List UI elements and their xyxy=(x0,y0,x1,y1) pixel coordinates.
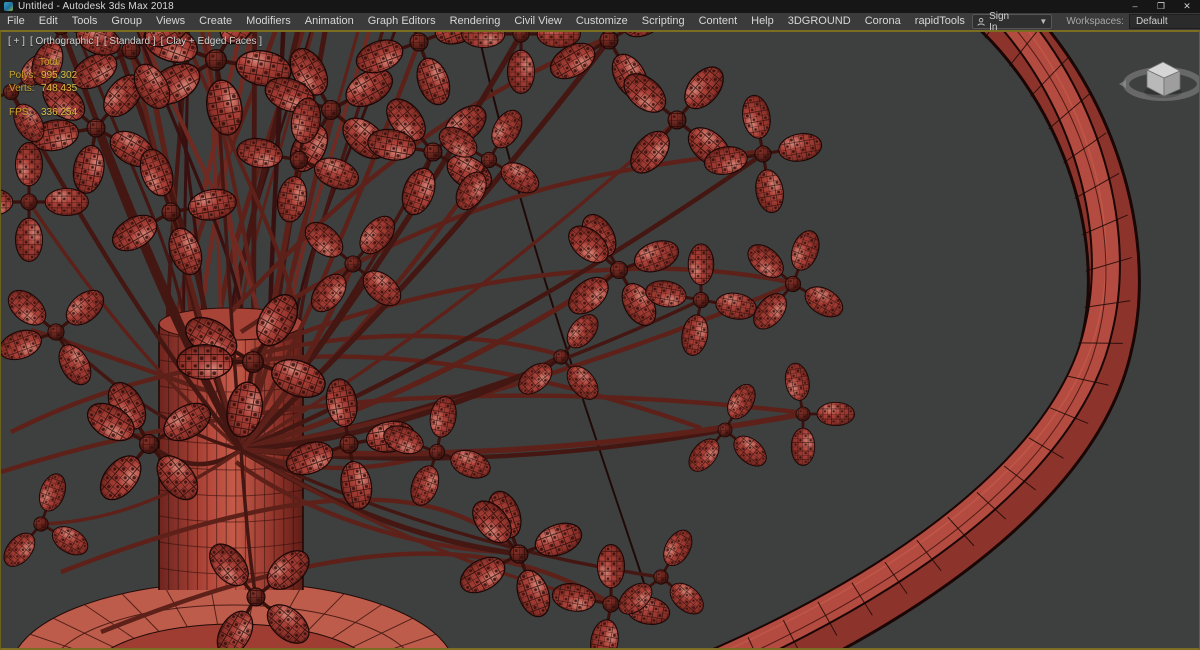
menu-bar-right: Sign In ▼ Workspaces: Default ▼ xyxy=(971,11,1200,33)
title-bar: Untitled - Autodesk 3ds Max 2018 – ❐ ✕ xyxy=(0,0,1200,13)
window-title: Untitled - Autodesk 3ds Max 2018 xyxy=(18,1,174,12)
workspace-value: Default xyxy=(1135,16,1168,27)
scene-3d-render[interactable] xyxy=(1,32,1199,648)
menu-item-content[interactable]: Content xyxy=(692,13,745,30)
berry-cluster xyxy=(747,230,844,330)
sign-in-caret-icon: ▼ xyxy=(1039,17,1048,26)
close-button[interactable]: ✕ xyxy=(1174,0,1200,13)
menu-item-modifiers[interactable]: Modifiers xyxy=(239,13,298,30)
menu-item-file[interactable]: File xyxy=(0,13,32,30)
maximize-button[interactable]: ❐ xyxy=(1148,0,1174,13)
menu-item-create[interactable]: Create xyxy=(192,13,239,30)
app-icon xyxy=(4,2,13,11)
menu-item-help[interactable]: Help xyxy=(744,13,781,30)
menu-item-rapidtools[interactable]: rapidTools xyxy=(908,13,972,30)
viewport-menu-plus[interactable]: [ + ] xyxy=(8,36,25,47)
menu-bar: File Edit Tools Group Views Create Modifiers An… xyxy=(0,11,1200,33)
viewport[interactable]: [ + ] [ Orthographic ] [ Standard ] [ Clay … xyxy=(0,30,1200,650)
viewport-label: [ + ] [ Orthographic ] [ Standard ] [ Clay … xyxy=(8,36,262,47)
minimize-button[interactable]: – xyxy=(1122,0,1148,13)
menu-item-customize[interactable]: Customize xyxy=(569,13,635,30)
berry-cluster xyxy=(703,94,823,214)
menu-item-scripting[interactable]: Scripting xyxy=(635,13,692,30)
viewport-shading-label[interactable]: [ Clay + Edged Faces ] xyxy=(161,36,262,47)
stats-fps-label: FPS: xyxy=(9,107,32,118)
stats-fps-row: FPS: 336.254 xyxy=(9,106,77,119)
menu-item-corona[interactable]: Corona xyxy=(858,13,908,30)
stats-row: Verts: 748,435 xyxy=(9,83,78,94)
stats-fps-value: 336.254 xyxy=(41,107,78,118)
menu-item-animation[interactable]: Animation xyxy=(298,13,361,30)
viewport-statistics: Total Polys: 995,302 Verts: 748,435 FPS: 33… xyxy=(9,56,77,119)
menu-item-3dground[interactable]: 3DGROUND xyxy=(781,13,858,30)
viewport-pov-label[interactable]: [ Orthographic ] xyxy=(30,36,99,47)
menu-item-graph-editors[interactable]: Graph Editors xyxy=(361,13,443,30)
menu-item-civil-view[interactable]: Civil View xyxy=(507,13,568,30)
sign-in-button[interactable]: Sign In ▼ xyxy=(971,11,1053,33)
workspace-dropdown[interactable]: Default xyxy=(1128,14,1200,29)
menu-item-tools[interactable]: Tools xyxy=(65,13,105,30)
menu-item-views[interactable]: Views xyxy=(149,13,192,30)
menu-item-edit[interactable]: Edit xyxy=(32,13,65,30)
stats-rows: Polys: 995,302 Verts: 748,435 xyxy=(9,69,77,95)
menu-item-rendering[interactable]: Rendering xyxy=(443,13,508,30)
stats-row: Polys: 995,302 xyxy=(9,70,78,81)
window-controls: – ❐ ✕ xyxy=(1122,0,1200,13)
user-icon xyxy=(977,17,985,26)
viewcube[interactable] xyxy=(1119,61,1199,101)
menu-item-group[interactable]: Group xyxy=(104,13,149,30)
viewport-standard-label[interactable]: [ Standard ] xyxy=(104,36,156,47)
workspaces-label: Workspaces: xyxy=(1066,16,1124,27)
stats-total-label: Total xyxy=(39,57,61,68)
berry-cluster xyxy=(1,289,105,386)
viewcube-left-arrow-icon xyxy=(1119,80,1126,88)
